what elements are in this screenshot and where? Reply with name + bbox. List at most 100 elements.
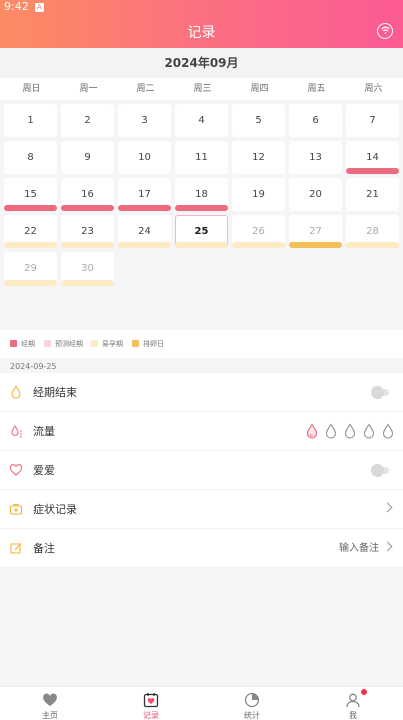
header-action-icon[interactable] (377, 23, 393, 39)
tab-label: 主页 (42, 711, 58, 720)
user-icon (346, 693, 360, 708)
selected-date-label: 2024-09-25 (10, 362, 57, 371)
tab-record[interactable]: 记录 (101, 687, 201, 720)
fertile-bar (118, 242, 171, 248)
ovulation-bar (289, 242, 342, 248)
calendar-day[interactable]: 2 (61, 104, 114, 137)
fertile-bar (232, 242, 285, 248)
period-end-row[interactable]: 经期结束 (0, 373, 403, 412)
calendar-day[interactable]: 8 (4, 141, 57, 174)
weekday-label: 周一 (79, 84, 98, 94)
day-number: 19 (252, 189, 265, 200)
app-header: 9:42 A 记录 (0, 0, 403, 48)
month-title[interactable]: 2024年09月 (0, 48, 403, 78)
status-time: 9:42 (4, 0, 29, 13)
fertile-bar (4, 242, 57, 248)
heart-outline-icon (9, 464, 23, 476)
flow-drop-1[interactable] (305, 423, 319, 439)
flow-drop-4[interactable] (362, 423, 376, 439)
wifi-icon (380, 26, 390, 34)
fertile-bar (346, 242, 399, 248)
tab-label: 记录 (143, 711, 159, 720)
toggle-knob (371, 386, 384, 399)
calendar-day[interactable]: 21 (346, 178, 399, 211)
calendar-legend: 经期 预测经期 易孕期 排卵日 (0, 330, 403, 358)
tab-stats[interactable]: 统计 (202, 687, 302, 720)
calendar-day[interactable]: 12 (232, 141, 285, 174)
calendar-day[interactable]: 3 (118, 104, 171, 137)
period-bar (4, 205, 57, 211)
legend-item: 排卵日 (132, 339, 164, 349)
flow-icon (11, 425, 22, 438)
day-number: 10 (138, 152, 151, 163)
calendar-day[interactable]: 10 (118, 141, 171, 174)
symptoms-row[interactable]: 症状记录 (0, 490, 403, 529)
day-number: 21 (366, 189, 379, 200)
day-number: 4 (198, 115, 205, 126)
calendar-day[interactable]: 1 (4, 104, 57, 137)
status-badge: A (34, 3, 44, 12)
notes-input[interactable]: 输入备注 (339, 529, 379, 568)
calendar-day[interactable]: 4 (175, 104, 228, 137)
tab-home[interactable]: 主页 (0, 687, 100, 720)
flow-label: 流量 (33, 425, 55, 438)
weekday-label: 周日 (22, 84, 41, 94)
flow-drop-2[interactable] (324, 423, 338, 439)
legend-swatch (10, 340, 17, 347)
legend-label: 经期 (21, 340, 35, 348)
chevron-right-icon (382, 541, 393, 552)
edit-note-icon (10, 543, 22, 554)
day-number: 2 (84, 115, 91, 126)
tab-me[interactable]: 我 (303, 687, 403, 720)
notification-dot (361, 689, 367, 695)
day-number: 13 (309, 152, 322, 163)
heart-icon (43, 693, 57, 706)
calendar-day[interactable]: 20 (289, 178, 342, 211)
legend-item: 易孕期 (91, 339, 123, 349)
fertile-bar (175, 242, 228, 248)
period-bar (346, 168, 399, 174)
calendar-day[interactable]: 11 (175, 141, 228, 174)
legend-swatch (132, 340, 139, 347)
love-row[interactable]: 爱爱 (0, 451, 403, 490)
flow-drop-3[interactable] (343, 423, 357, 439)
legend-item: 预测经期 (44, 339, 83, 349)
calendar-day[interactable]: 6 (289, 104, 342, 137)
love-toggle[interactable] (371, 464, 389, 477)
love-label: 爱爱 (33, 464, 55, 477)
calendar-day[interactable]: 7 (346, 104, 399, 137)
period-end-toggle[interactable] (371, 386, 389, 399)
period-bar (61, 205, 114, 211)
day-number: 8 (27, 152, 34, 163)
calendar-day[interactable]: 9 (61, 141, 114, 174)
flow-row: 流量 (0, 412, 403, 451)
flow-drop-5[interactable] (381, 423, 395, 439)
day-number: 1 (27, 115, 34, 126)
legend-label: 预测经期 (55, 340, 83, 348)
calendar-day[interactable]: 5 (232, 104, 285, 137)
day-number: 7 (369, 115, 376, 126)
calendar-day[interactable]: 19 (232, 178, 285, 211)
legend-item: 经期 (10, 339, 35, 349)
record-list: 经期结束 流量 爱爱 症状记录 备注 输入备注 (0, 373, 403, 568)
chevron-right-icon (382, 502, 393, 513)
legend-label: 排卵日 (143, 340, 164, 348)
notes-row[interactable]: 备注 输入备注 (0, 529, 403, 568)
fertile-bar (61, 242, 114, 248)
day-number: 5 (255, 115, 262, 126)
weekday-label: 周三 (193, 84, 212, 94)
day-number: 6 (312, 115, 319, 126)
period-end-label: 经期结束 (33, 386, 77, 399)
weekday-label: 周二 (136, 84, 155, 94)
legend-swatch (91, 340, 98, 347)
calendar-day[interactable]: 13 (289, 141, 342, 174)
period-bar (118, 205, 171, 211)
tab-label: 我 (349, 711, 357, 720)
legend-swatch (44, 340, 51, 347)
stats-icon (244, 692, 260, 708)
fertile-bar (4, 280, 57, 286)
bottom-tab-bar: 主页 记录 统计 我 (0, 686, 403, 720)
toggle-knob (371, 464, 384, 477)
legend-label: 易孕期 (102, 340, 123, 348)
weekday-header: 周日 周一 周二 周三 周四 周五 周六 (0, 78, 403, 100)
